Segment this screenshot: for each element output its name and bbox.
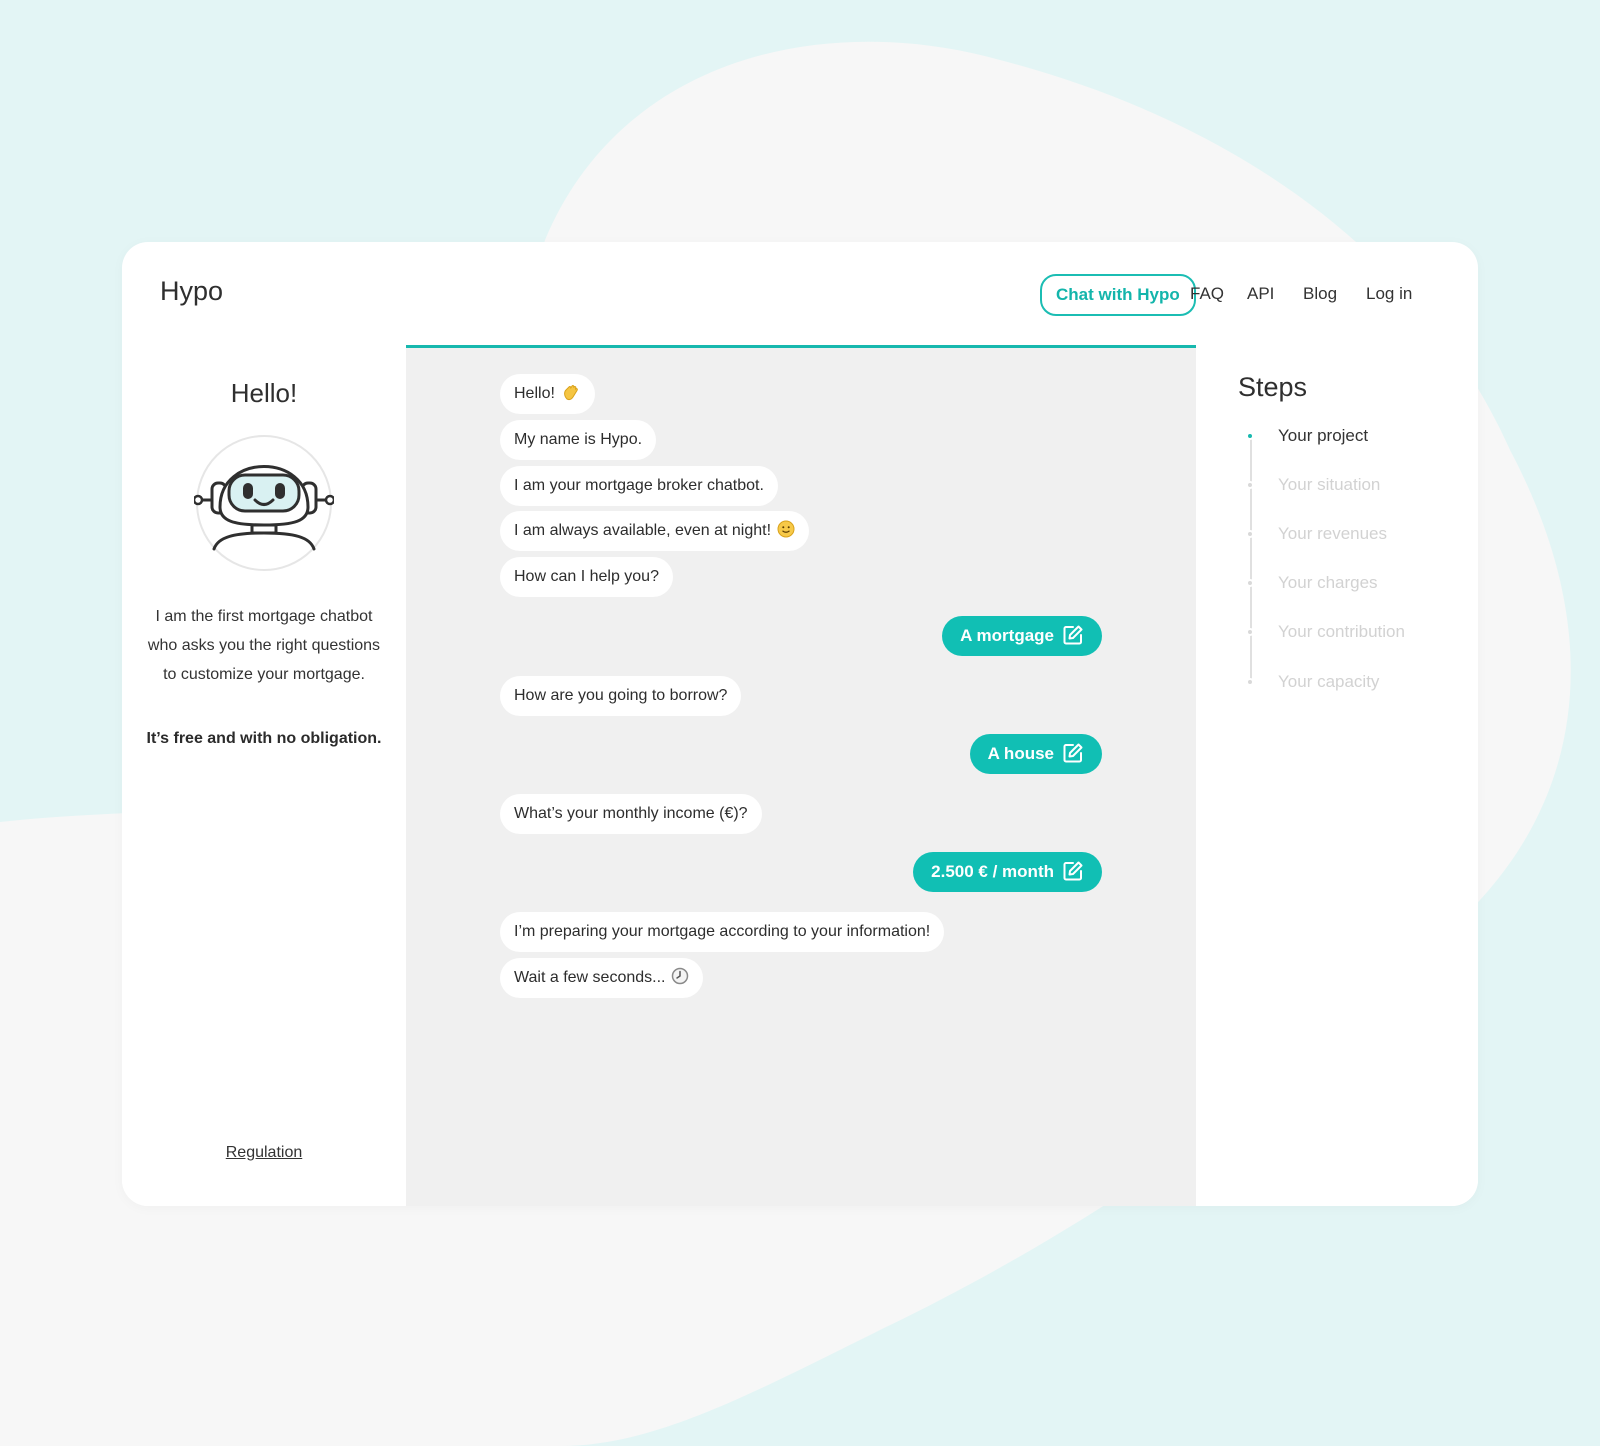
step-label: Your project (1278, 426, 1369, 445)
app-window: Hypo Chat with Hypo FAQ API Blog Log in … (122, 242, 1478, 1206)
chat-with-hypo-button[interactable]: Chat with Hypo (1040, 274, 1196, 316)
robot-icon (194, 435, 334, 571)
message-text: I am always available, even at night! (514, 522, 772, 539)
edit-icon[interactable] (1062, 742, 1084, 764)
message-text: Hello! (514, 385, 555, 402)
step-dot (1246, 530, 1254, 538)
steps-title: Steps (1238, 372, 1308, 402)
message-text: Wait a few seconds... (514, 969, 666, 986)
user-reply-a-mortgage[interactable]: A mortgage (942, 616, 1102, 656)
bot-message: I am your mortgage broker chatbot. (500, 466, 778, 506)
bot-message: I’m preparing your mortgage according to… (500, 912, 945, 952)
steps-timeline (1250, 436, 1252, 684)
edit-icon[interactable] (1062, 624, 1084, 646)
step-dot (1246, 481, 1254, 489)
free-note: It’s free and with no obligation. (146, 730, 382, 747)
nav-link-faq[interactable]: FAQ (1190, 284, 1224, 304)
user-reply-a-house[interactable]: A house (969, 734, 1102, 774)
clock-icon (672, 967, 689, 985)
nav-link-login[interactable]: Log in (1366, 284, 1412, 304)
message-text: How can I help you? (514, 568, 659, 585)
user-reply-income[interactable]: 2.500 € / month (913, 852, 1102, 892)
greeting-title: Hello! (230, 378, 298, 408)
step-dot (1246, 678, 1254, 686)
step-dot (1246, 579, 1254, 587)
header: Hypo Chat with Hypo FAQ API Blog Log in (122, 242, 1478, 348)
intro-panel: Hello! I am the first mortgage chatbot w… (122, 348, 406, 1206)
message-text: What’s your monthly income (€)? (514, 805, 748, 822)
reply-text: 2.500 € / month (931, 862, 1054, 881)
smiley-icon (777, 520, 795, 538)
nav-link-api[interactable]: API (1247, 284, 1274, 304)
brand-logo[interactable]: Hypo (160, 276, 223, 307)
message-text: I’m preparing your mortgage according to… (514, 923, 931, 940)
reply-text: A house (987, 744, 1054, 763)
waving-hand-icon (564, 384, 578, 400)
bot-message: My name is Hypo. (500, 420, 657, 460)
edit-icon[interactable] (1062, 860, 1084, 882)
message-text: How are you going to borrow? (514, 687, 728, 704)
regulation-link[interactable]: Regulation (122, 1144, 406, 1162)
step-label: Your charges (1278, 573, 1378, 592)
reply-text: A mortgage (960, 626, 1054, 645)
bot-message: How can I help you? (500, 557, 673, 597)
bot-message: What’s your monthly income (€)? (500, 794, 762, 834)
intro-text: I am the first mortgage chatbot who asks… (147, 608, 381, 683)
bot-message: Hello! (500, 374, 595, 414)
step-label: Your contribution (1278, 622, 1405, 641)
chat-area[interactable]: Hello! My name is Hypo. I am your mortga… (406, 345, 1196, 1206)
message-text: My name is Hypo. (514, 431, 643, 448)
step-dot (1246, 432, 1254, 440)
bot-message: I am always available, even at night! (500, 511, 810, 551)
bot-message: Wait a few seconds... (500, 958, 704, 998)
nav-link-blog[interactable]: Blog (1303, 284, 1337, 304)
step-label: Your revenues (1278, 524, 1388, 543)
step-label: Your situation (1278, 475, 1381, 494)
step-label: Your capacity (1278, 672, 1380, 691)
message-text: I am your mortgage broker chatbot. (514, 477, 764, 494)
bot-message: How are you going to borrow? (500, 676, 742, 716)
steps-panel: Steps Your project Your situation Your r… (1196, 348, 1478, 1206)
step-dot (1246, 628, 1254, 636)
